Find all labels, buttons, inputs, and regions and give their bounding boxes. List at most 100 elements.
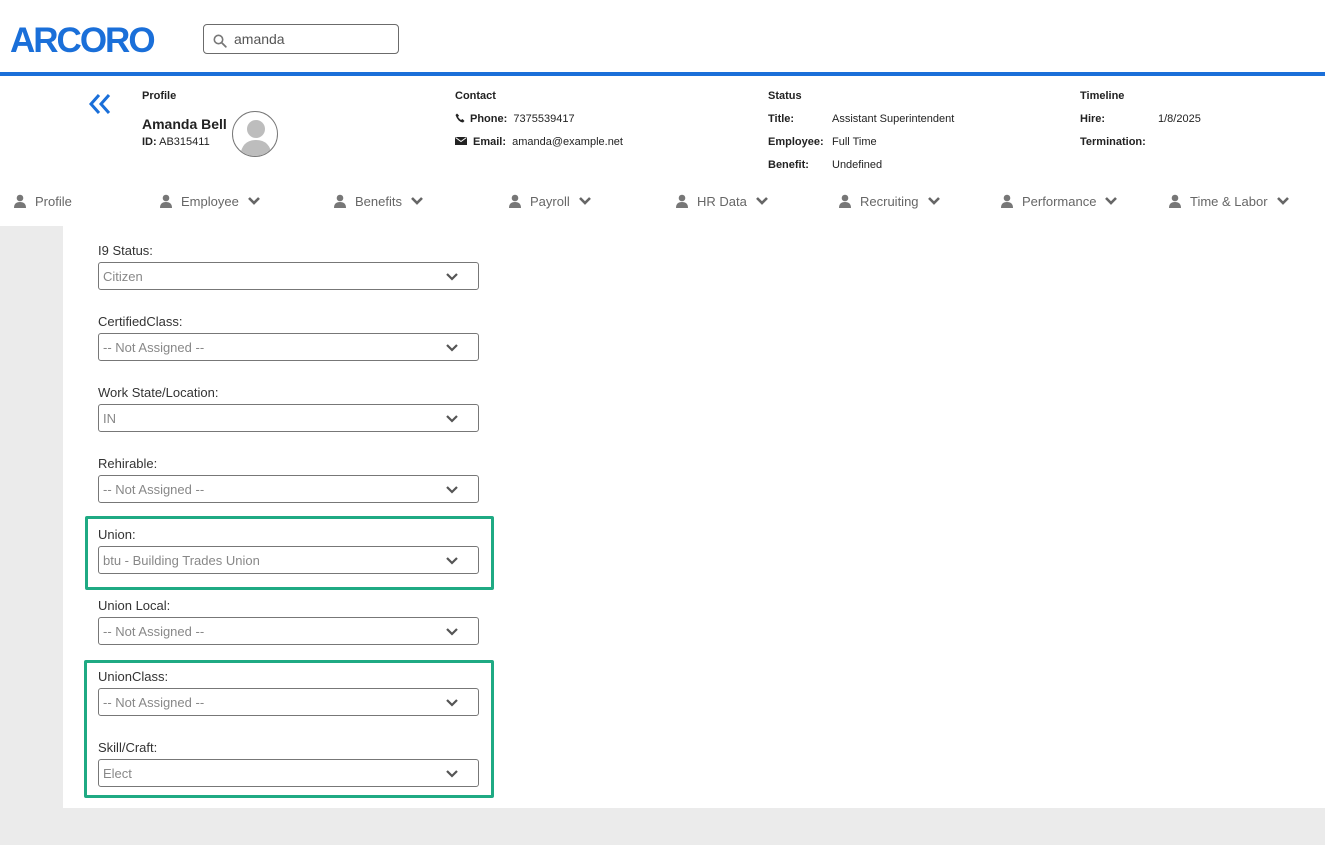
field-work-state: Work State/Location: IN bbox=[98, 385, 479, 432]
field-union-local: Union Local: -- Not Assigned -- bbox=[98, 598, 479, 645]
chevron-down-icon bbox=[247, 197, 260, 205]
person-icon bbox=[509, 194, 521, 208]
chevron-down-icon bbox=[446, 273, 458, 281]
chevron-down-icon bbox=[1105, 197, 1118, 205]
chevron-down-icon bbox=[411, 197, 423, 205]
nav-payroll[interactable]: Payroll bbox=[509, 188, 592, 214]
field-label: CertifiedClass: bbox=[98, 314, 183, 329]
status-employee: Employee: Full Time bbox=[768, 136, 877, 148]
employee-id: ID: AB315411 bbox=[142, 136, 210, 148]
person-icon bbox=[334, 194, 346, 208]
chevron-down-icon bbox=[927, 197, 940, 205]
field-label: Skill/Craft: bbox=[98, 740, 158, 755]
chevron-down-icon bbox=[578, 197, 591, 205]
status-heading: Status bbox=[768, 90, 802, 102]
employee-name: Amanda Bell bbox=[142, 116, 227, 132]
rehirable-select[interactable]: -- Not Assigned -- bbox=[98, 475, 479, 503]
timeline-termination: Termination: bbox=[1080, 136, 1146, 148]
chevron-down-icon bbox=[446, 628, 458, 636]
field-certified-class: CertifiedClass: -- Not Assigned -- bbox=[98, 314, 479, 361]
top-bar: ARCORO bbox=[0, 0, 1325, 76]
i9-status-select[interactable]: Citizen bbox=[98, 262, 479, 290]
timeline-hire: Hire: 1/8/2025 bbox=[1080, 113, 1201, 125]
nav-benefits[interactable]: Benefits bbox=[334, 188, 424, 214]
search-box[interactable] bbox=[203, 24, 399, 54]
nav-performance[interactable]: Performance bbox=[1001, 188, 1118, 214]
search-icon bbox=[213, 34, 227, 48]
contact-email: Email: amanda@example.net bbox=[455, 136, 623, 148]
timeline-heading: Timeline bbox=[1080, 90, 1125, 102]
chevron-down-icon bbox=[446, 415, 458, 423]
field-label: Union Local: bbox=[98, 598, 171, 613]
profile-section: Profile Amanda Bell ID: AB315411 bbox=[142, 90, 227, 148]
select-value: -- Not Assigned -- bbox=[103, 340, 205, 355]
field-label: I9 Status: bbox=[98, 243, 153, 258]
field-union-class: UnionClass: -- Not Assigned -- bbox=[98, 669, 479, 716]
select-value: Elect bbox=[103, 766, 132, 781]
nav-hr-data[interactable]: HR Data bbox=[676, 188, 769, 214]
nav-label: Payroll bbox=[530, 193, 570, 209]
arcoro-logo[interactable]: ARCORO bbox=[10, 22, 170, 56]
double-chevron-left-icon[interactable] bbox=[88, 93, 112, 115]
select-value: btu - Building Trades Union bbox=[103, 553, 260, 568]
chevron-down-icon bbox=[1276, 197, 1289, 205]
field-label: Union: bbox=[98, 527, 136, 542]
search-input[interactable] bbox=[234, 29, 394, 49]
nav-recruiting[interactable]: Recruiting bbox=[839, 188, 941, 214]
section-nav: Profile Employee Benefits Payroll HR Dat… bbox=[0, 188, 1325, 214]
field-rehirable: Rehirable: -- Not Assigned -- bbox=[98, 456, 479, 503]
nav-label: HR Data bbox=[697, 193, 747, 209]
nav-label: Benefits bbox=[355, 193, 402, 209]
nav-time-and-labor[interactable]: Time & Labor bbox=[1169, 188, 1290, 214]
person-icon bbox=[839, 194, 851, 208]
select-value: -- Not Assigned -- bbox=[103, 624, 205, 639]
nav-label: Profile bbox=[35, 193, 72, 209]
timeline-section: Timeline bbox=[1080, 90, 1124, 102]
field-skill-craft: Skill/Craft: Elect bbox=[98, 740, 479, 787]
chevron-down-icon bbox=[755, 197, 768, 205]
chevron-down-icon bbox=[446, 699, 458, 707]
envelope-icon bbox=[455, 137, 467, 145]
chevron-down-icon bbox=[446, 344, 458, 352]
profile-heading: Profile bbox=[142, 90, 177, 102]
nav-label: Employee bbox=[181, 193, 239, 209]
person-icon bbox=[1169, 194, 1181, 208]
chevron-down-icon bbox=[446, 486, 458, 494]
person-icon bbox=[1001, 194, 1013, 208]
phone-icon bbox=[455, 113, 465, 123]
contact-phone: Phone: 7375539417 bbox=[455, 113, 575, 125]
status-section: Status bbox=[768, 90, 802, 102]
person-icon bbox=[160, 194, 172, 208]
select-value: Citizen bbox=[103, 269, 143, 284]
select-value: IN bbox=[103, 411, 116, 426]
union-local-select[interactable]: -- Not Assigned -- bbox=[98, 617, 479, 645]
nav-employee[interactable]: Employee bbox=[160, 188, 261, 214]
union-class-select[interactable]: -- Not Assigned -- bbox=[98, 688, 479, 716]
person-avatar-icon bbox=[240, 120, 272, 156]
chevron-down-icon bbox=[446, 557, 458, 565]
avatar bbox=[232, 111, 278, 157]
union-select[interactable]: btu - Building Trades Union bbox=[98, 546, 479, 574]
field-label: UnionClass: bbox=[98, 669, 169, 684]
status-title: Title: Assistant Superintendent bbox=[768, 113, 955, 125]
chevron-down-icon bbox=[446, 770, 458, 778]
nav-label: Performance bbox=[1022, 193, 1097, 209]
status-benefit: Benefit: Undefined bbox=[768, 159, 883, 171]
nav-label: Recruiting bbox=[860, 193, 919, 209]
work-state-select[interactable]: IN bbox=[98, 404, 479, 432]
field-union: Union: btu - Building Trades Union bbox=[98, 527, 479, 574]
skill-craft-select[interactable]: Elect bbox=[98, 759, 479, 787]
field-label: Rehirable: bbox=[98, 456, 158, 471]
contact-heading: Contact bbox=[455, 90, 496, 102]
email-link[interactable]: amanda@example.net bbox=[512, 136, 623, 148]
field-label: Work State/Location: bbox=[98, 385, 219, 400]
contact-section: Contact bbox=[455, 90, 496, 102]
svg-text:ARCORO: ARCORO bbox=[10, 22, 154, 56]
nav-label: Time & Labor bbox=[1190, 193, 1268, 209]
field-i9-status: I9 Status: Citizen bbox=[98, 243, 479, 290]
employee-header: Profile Amanda Bell ID: AB315411 Contact… bbox=[0, 80, 1325, 180]
nav-profile[interactable]: Profile bbox=[14, 188, 72, 214]
person-icon bbox=[676, 194, 688, 208]
certified-class-select[interactable]: -- Not Assigned -- bbox=[98, 333, 479, 361]
select-value: -- Not Assigned -- bbox=[103, 482, 205, 497]
